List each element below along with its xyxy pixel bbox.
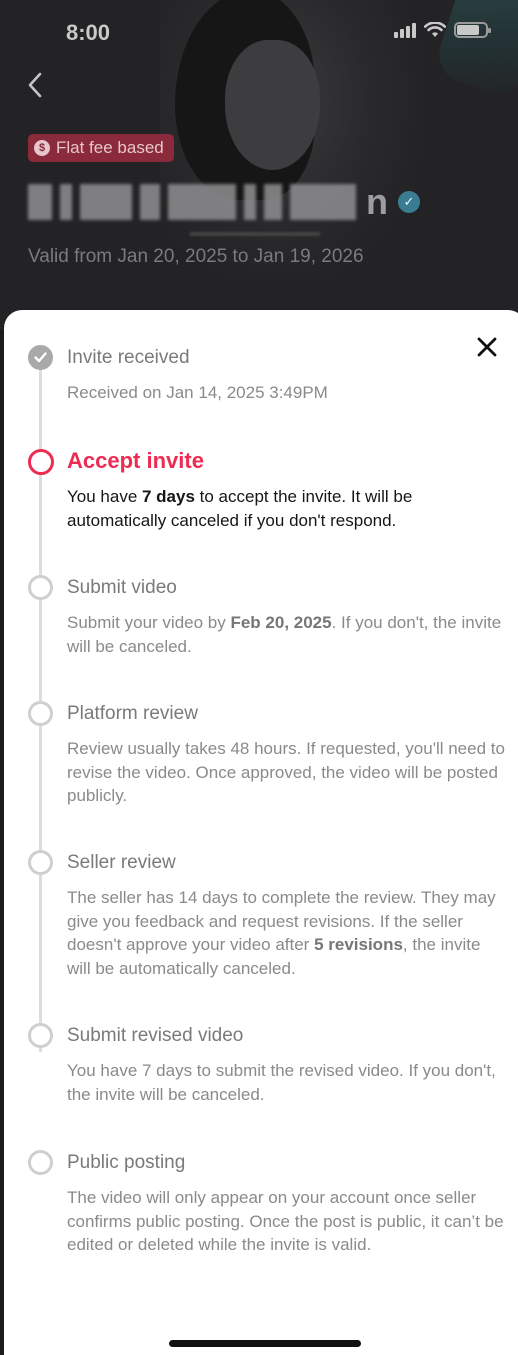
empty-circle-icon [28, 575, 53, 600]
empty-circle-icon [28, 850, 53, 875]
invite-progress-sheet: Invite received Received on Jan 14, 2025… [4, 310, 518, 1355]
step-title: Public posting [67, 1152, 186, 1173]
invite-header: 8:00 $ Flat fee based n ✓ Valid from Jan… [0, 0, 518, 330]
invite-title: n ✓ [28, 182, 420, 222]
home-indicator[interactable] [169, 1340, 361, 1347]
wifi-icon [424, 22, 446, 37]
status-time: 8:00 [66, 20, 111, 45]
redacted-title [28, 184, 356, 220]
step-description: Submit your video by Feb 20, 2025. If yo… [67, 613, 502, 656]
step-description: You have 7 days to accept the invite. It… [67, 487, 413, 530]
step-description: The video will only appear on your accou… [67, 1188, 504, 1254]
step-description: You have 7 days to submit the revised vi… [67, 1061, 496, 1104]
step-title: Platform review [67, 703, 198, 724]
empty-circle-icon [28, 1150, 53, 1175]
step-description: Received on Jan 14, 2025 3:49PM [67, 383, 328, 402]
close-icon[interactable] [474, 334, 500, 360]
step-title: Seller review [67, 852, 176, 873]
title-visible-text: n [366, 181, 388, 222]
verified-icon: ✓ [398, 191, 420, 213]
cellular-signal-icon [394, 22, 416, 38]
step-title: Submit revised video [67, 1025, 244, 1046]
dollar-icon: $ [34, 140, 50, 156]
step-title: Submit video [67, 577, 177, 598]
step-title: Accept invite [67, 448, 204, 473]
battery-icon [454, 22, 491, 38]
empty-circle-icon [28, 1023, 53, 1048]
fee-type-badge: $ Flat fee based [28, 134, 174, 162]
step-description: Review usually takes 48 hours. If reques… [67, 739, 505, 805]
active-step-circle-icon [28, 449, 54, 475]
check-circle-icon [28, 345, 53, 370]
back-arrow-icon[interactable] [22, 68, 52, 102]
step-title: Invite received [67, 347, 190, 368]
empty-circle-icon [28, 701, 53, 726]
status-icons [394, 22, 491, 38]
fee-type-label: Flat fee based [56, 138, 164, 157]
step-description: The seller has 14 days to complete the r… [67, 888, 496, 978]
status-bar: 8:00 [0, 0, 518, 64]
validity-period: Valid from Jan 20, 2025 to Jan 19, 2026 [28, 246, 364, 267]
redacted-subtitle [190, 232, 320, 236]
